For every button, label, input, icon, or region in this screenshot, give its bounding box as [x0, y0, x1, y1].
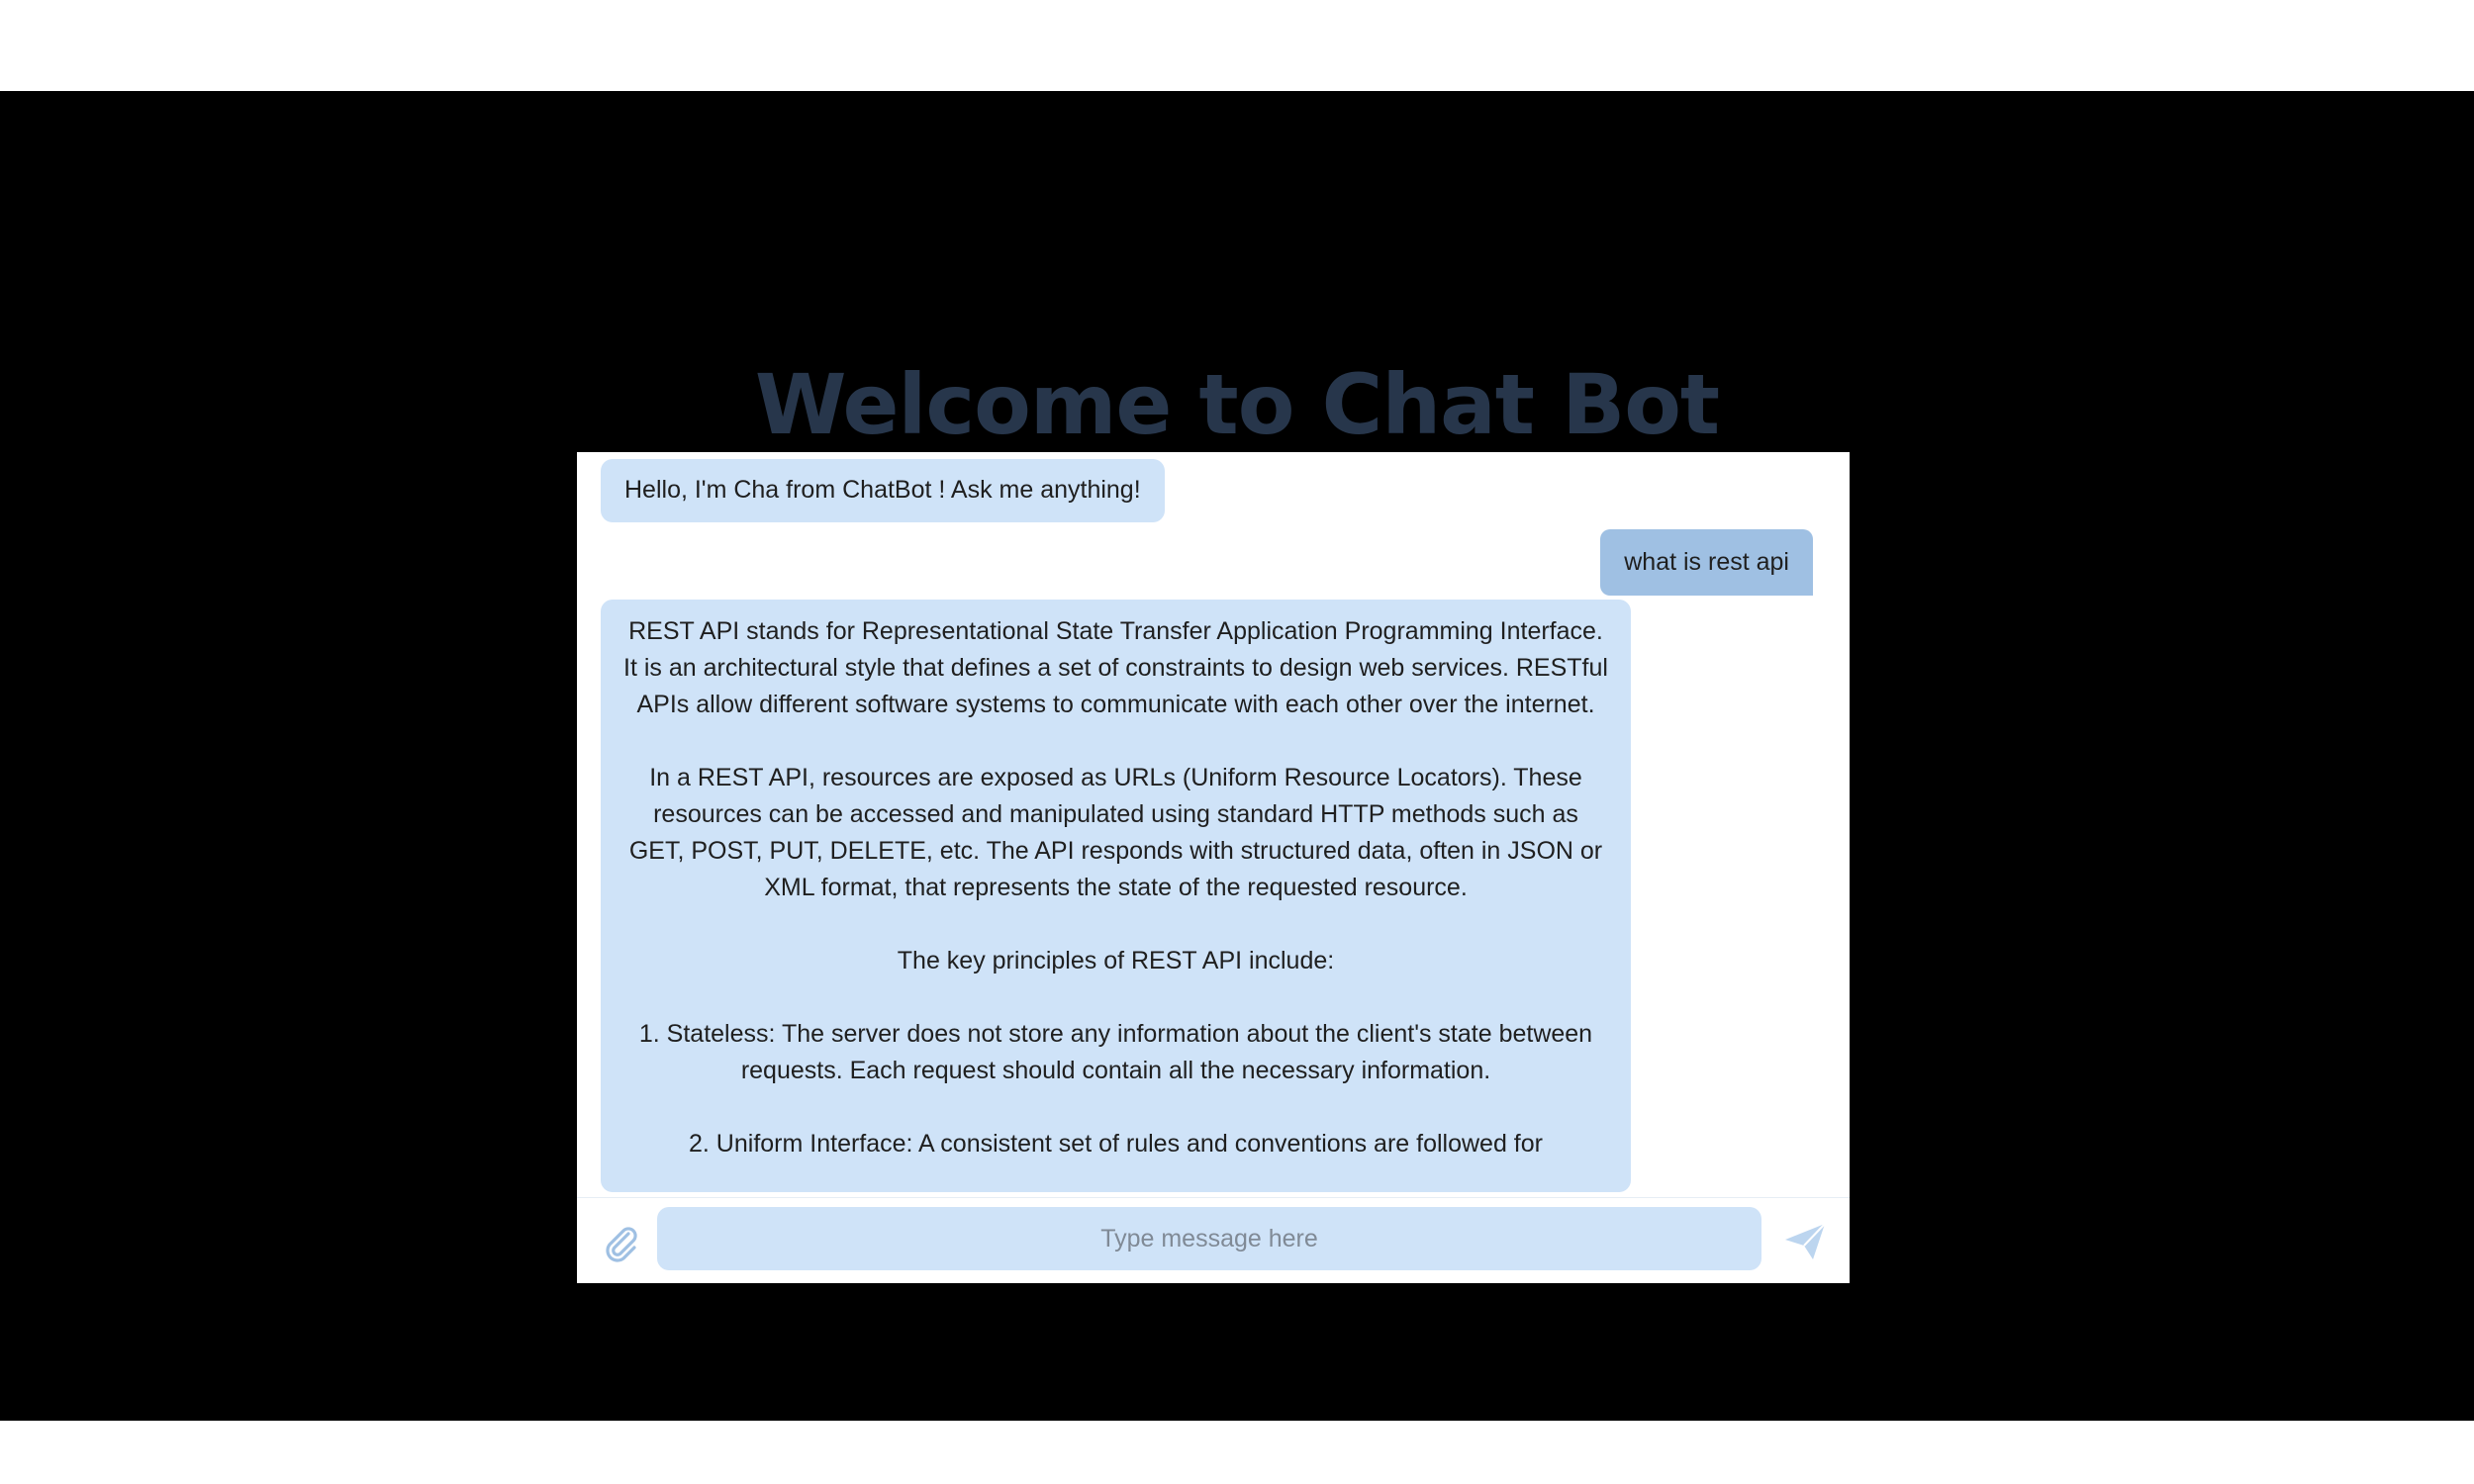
page-title: Welcome to Chat Bot: [754, 356, 1720, 454]
bot-message: REST API stands for Representational Sta…: [601, 600, 1631, 1192]
message-input[interactable]: [657, 1207, 1761, 1270]
send-icon: [1785, 1223, 1826, 1259]
attach-button[interactable]: [599, 1220, 642, 1263]
paperclip-icon: [606, 1227, 637, 1262]
chat-window: Hello, I'm Cha from ChatBot ! Ask me any…: [577, 452, 1850, 1283]
bot-message: Hello, I'm Cha from ChatBot ! Ask me any…: [601, 459, 1165, 522]
message-list[interactable]: Hello, I'm Cha from ChatBot ! Ask me any…: [577, 452, 1850, 1197]
user-message: what is rest api: [1600, 529, 1813, 596]
send-button[interactable]: [1783, 1222, 1827, 1261]
message-composer: [577, 1197, 1850, 1283]
